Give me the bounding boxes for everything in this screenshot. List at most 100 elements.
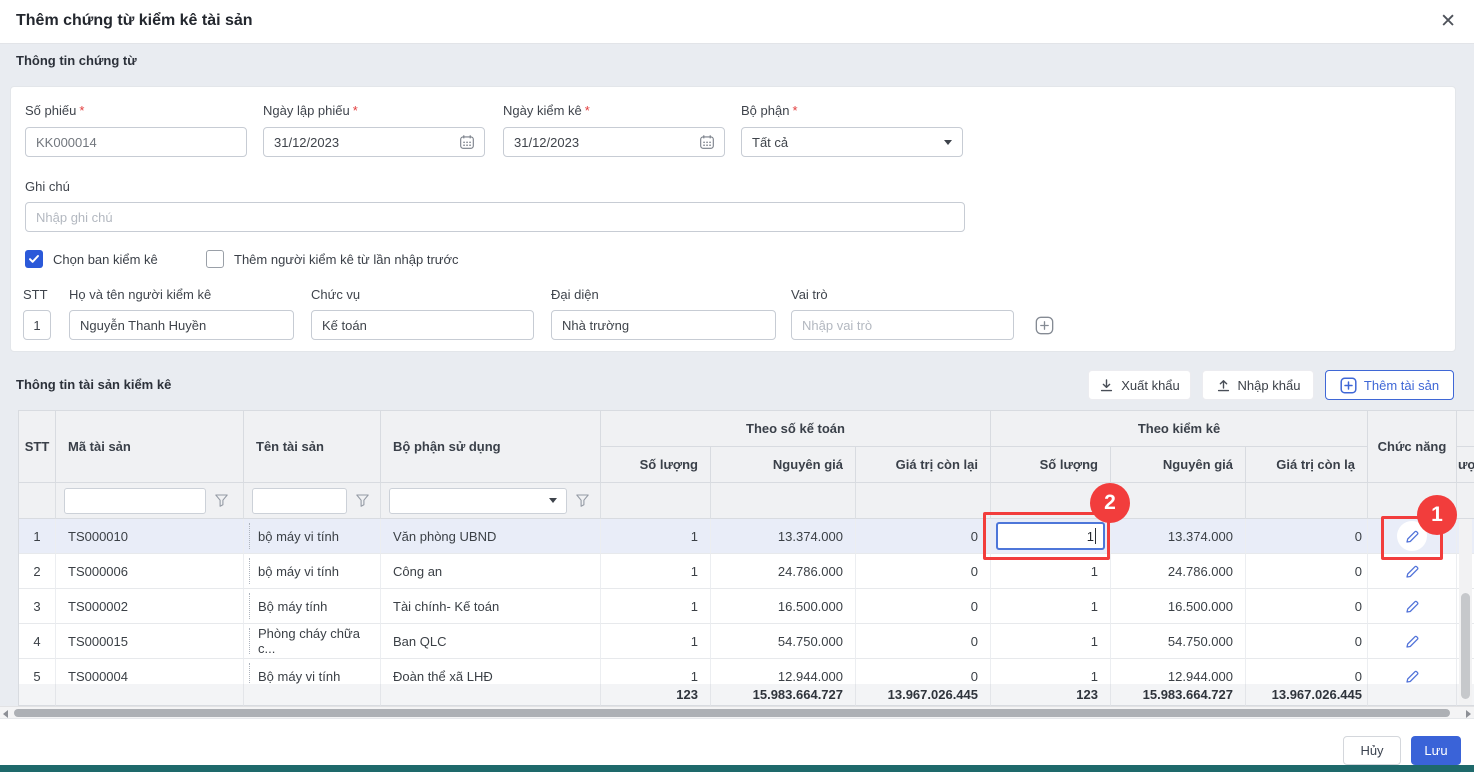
committee-stt-header: STT <box>23 287 48 302</box>
check-icon <box>28 253 40 265</box>
cell-qty-inv: 1 <box>991 589 1111 624</box>
export-button[interactable]: Xuất khẩu <box>1088 370 1191 400</box>
calendar-icon[interactable] <box>459 134 475 155</box>
filter-icon[interactable] <box>355 493 370 511</box>
chevron-down-icon[interactable] <box>549 498 557 503</box>
summary-name <box>244 684 381 706</box>
cell-stt: 3 <box>19 589 56 624</box>
them-nguoi-kiem-ke-checkbox[interactable] <box>206 250 224 268</box>
cell-name: Bộ máy tính <box>244 589 381 624</box>
edit-row-button[interactable] <box>1397 556 1427 586</box>
ngay-kiem-ke-label: Ngày kiểm kê* <box>503 103 590 118</box>
edit-row-button[interactable] <box>1397 521 1427 551</box>
add-asset-button[interactable]: Thêm tài sản <box>1325 370 1454 400</box>
filter-cell-cost-acc <box>711 483 856 519</box>
committee-stt-value: 1 <box>23 310 51 340</box>
cell-name: bộ máy vi tính <box>244 554 381 589</box>
scroll-right-arrow-icon[interactable] <box>1466 710 1471 718</box>
cell-code: TS000010 <box>56 519 244 554</box>
table-row[interactable]: 5 TS000004 Bộ máy vi tính Đoàn thể xã LH… <box>19 659 1474 684</box>
summary-stt <box>19 684 56 706</box>
cell-rem-acc: 0 <box>856 589 991 624</box>
filter-dept-input[interactable] <box>389 488 567 514</box>
horizontal-scrollbar[interactable] <box>0 706 1474 718</box>
import-button[interactable]: Nhập khẩu <box>1202 370 1314 400</box>
plus-square-icon <box>1340 377 1357 394</box>
them-nguoi-kiem-ke-label: Thêm người kiểm kê từ lần nhập trước <box>234 252 459 267</box>
upload-icon <box>1216 378 1231 393</box>
so-phieu-input[interactable] <box>25 127 247 157</box>
edit-row-button[interactable] <box>1397 626 1427 656</box>
edit-row-button[interactable] <box>1397 591 1427 621</box>
summary-dept <box>381 684 601 706</box>
cell-rem-inv: 0 <box>1246 624 1368 659</box>
cell-dept: Văn phòng UBND <box>381 519 601 554</box>
cell-cost-acc: 13.374.000 <box>711 519 856 554</box>
asset-table-summary-row: 123 15.983.664.727 13.967.026.445 123 15… <box>19 684 1474 706</box>
cancel-button-label: Hủy <box>1360 743 1383 758</box>
import-button-label: Nhập khẩu <box>1238 378 1301 393</box>
filter-code-input[interactable] <box>64 488 206 514</box>
qty-inventory-edit-input[interactable]: 1 <box>996 522 1105 550</box>
header-cost-accounting: Nguyên giá <box>711 447 856 483</box>
edit-row-button[interactable] <box>1397 661 1427 684</box>
cell-cost-inv: 12.944.000 <box>1111 659 1246 684</box>
filter-icon[interactable] <box>214 493 229 511</box>
cell-code: TS000015 <box>56 624 244 659</box>
table-row[interactable]: 3 TS000002 Bộ máy tính Tài chính- Kế toá… <box>19 589 1474 624</box>
document-info-card: Số phiếu* Ngày lập phiếu* Ngày kiểm kê* … <box>10 86 1456 352</box>
so-phieu-label: Số phiếu* <box>25 103 84 118</box>
add-committee-member-button[interactable] <box>1034 315 1054 335</box>
section-title-asset-info: Thông tin tài sản kiểm kê <box>16 377 171 392</box>
header-code: Mã tài sản <box>56 411 244 483</box>
horizontal-scrollbar-thumb[interactable] <box>14 709 1450 717</box>
committee-rep-input[interactable] <box>551 310 776 340</box>
table-row[interactable]: 1 TS000010 bộ máy vi tính Văn phòng UBND… <box>19 519 1474 554</box>
filter-icon[interactable] <box>575 493 590 511</box>
cell-code: TS000006 <box>56 554 244 589</box>
bo-phan-value: Tất cả <box>752 135 788 150</box>
export-button-label: Xuất khẩu <box>1121 378 1180 393</box>
table-row[interactable]: 2 TS000006 bộ máy vi tính Công an 1 24.7… <box>19 554 1474 589</box>
cell-name: Bộ máy vi tính <box>244 659 381 684</box>
edit-pencil-icon <box>1404 563 1421 580</box>
header-cost-inventory: Nguyên giá <box>1111 447 1246 483</box>
ngay-kiem-ke-input[interactable] <box>503 127 725 157</box>
committee-role-input[interactable] <box>791 310 1014 340</box>
cell-code: TS000004 <box>56 659 244 684</box>
summary-rem-inv: 13.967.026.445 <box>1246 684 1368 706</box>
edit-pencil-icon <box>1404 633 1421 650</box>
save-button[interactable]: Lưu <box>1411 736 1461 765</box>
cell-qty-acc: 1 <box>601 554 711 589</box>
scroll-left-arrow-icon[interactable] <box>3 710 8 718</box>
cell-name: bộ máy vi tính <box>244 519 381 554</box>
vertical-scrollbar-thumb[interactable] <box>1461 593 1470 699</box>
header-hidden-column-fragment: ượn <box>1457 447 1474 483</box>
chon-ban-kiem-ke-checkbox[interactable] <box>25 250 43 268</box>
calendar-icon[interactable] <box>699 134 715 155</box>
bo-phan-select[interactable]: Tất cả <box>741 127 963 157</box>
text-cursor <box>1095 528 1096 544</box>
committee-position-header: Chức vụ <box>311 287 360 302</box>
summary-cost-acc: 15.983.664.727 <box>711 684 856 706</box>
cell-rem-acc: 0 <box>856 554 991 589</box>
window-bottom-edge <box>0 765 1474 772</box>
committee-position-input[interactable] <box>311 310 534 340</box>
table-row[interactable]: 4 TS000015 Phòng cháy chữa c... Ban QLC … <box>19 624 1474 659</box>
ghi-chu-input[interactable] <box>25 202 965 232</box>
filter-cell-stt <box>19 483 56 519</box>
cancel-button[interactable]: Hủy <box>1343 736 1401 765</box>
cell-actions <box>1368 589 1457 624</box>
section-title-document-info: Thông tin chứng từ <box>16 53 137 68</box>
ngay-lap-phieu-input[interactable] <box>263 127 485 157</box>
header-group-accounting: Theo số kế toán <box>601 411 991 447</box>
vertical-scrollbar[interactable] <box>1459 519 1472 705</box>
committee-name-input[interactable] <box>69 310 294 340</box>
close-icon[interactable]: ✕ <box>1440 10 1456 34</box>
filter-cell-cost-inv <box>1111 483 1246 519</box>
cell-qty-acc: 1 <box>601 624 711 659</box>
filter-name-input[interactable] <box>252 488 347 514</box>
cell-qty-inv: 1 <box>991 624 1111 659</box>
modal-title: Thêm chứng từ kiểm kê tài sản <box>16 12 253 30</box>
chevron-down-icon <box>944 140 952 145</box>
